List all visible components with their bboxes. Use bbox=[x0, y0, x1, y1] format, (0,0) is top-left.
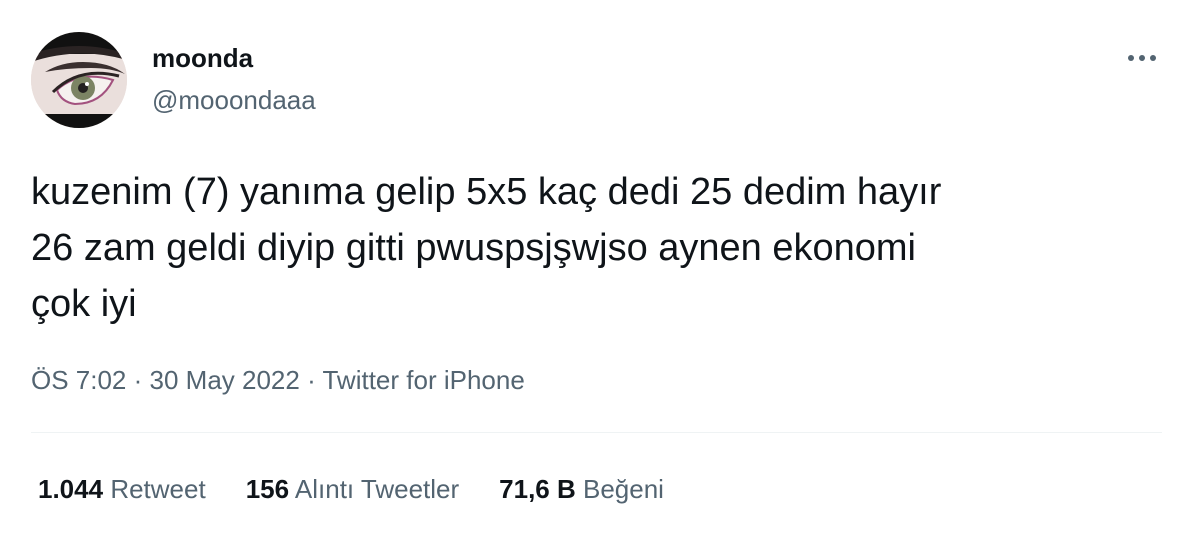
tweet-source[interactable]: Twitter for iPhone bbox=[322, 365, 524, 395]
stat-label: Retweet bbox=[110, 474, 206, 504]
stat-count: 71,6 B bbox=[499, 474, 576, 504]
tweet-stats: 1.044 Retweet 156 Alıntı Tweetler 71,6 B… bbox=[38, 472, 704, 506]
stat-quote-tweets[interactable]: 156 Alıntı Tweetler bbox=[246, 472, 459, 506]
more-horizontal-icon bbox=[1128, 55, 1156, 61]
author-avatar[interactable] bbox=[31, 32, 127, 128]
stat-likes[interactable]: 71,6 B Beğeni bbox=[499, 472, 664, 506]
author-handle[interactable]: @mooondaaa bbox=[152, 84, 316, 116]
tweet-date[interactable]: 30 May 2022 bbox=[150, 365, 300, 395]
stat-count: 156 bbox=[245, 474, 290, 504]
avatar-eye-closeup-icon bbox=[31, 32, 127, 128]
tweet-text: kuzenim (7) yanıma gelip 5x5 kaç dedi 25… bbox=[31, 171, 942, 325]
meta-separator: · bbox=[126, 365, 150, 395]
tweet-card: moonda @mooondaaa kuzenim (7) yanıma gel… bbox=[0, 0, 1190, 536]
divider bbox=[31, 432, 1162, 433]
author-display-name[interactable]: moonda bbox=[152, 42, 253, 74]
meta-separator: · bbox=[299, 365, 323, 395]
stat-label: Alıntı Tweetler bbox=[294, 474, 460, 504]
tweet-time[interactable]: ÖS 7:02 bbox=[31, 365, 126, 395]
stat-count: 1.044 bbox=[38, 474, 104, 504]
stat-label: Beğeni bbox=[583, 474, 664, 504]
tweet-meta: ÖS 7:02 · 30 May 2022 · Twitter for iPho… bbox=[31, 362, 525, 398]
more-options-button[interactable] bbox=[1124, 44, 1160, 72]
stat-retweets[interactable]: 1.044 Retweet bbox=[38, 472, 206, 506]
